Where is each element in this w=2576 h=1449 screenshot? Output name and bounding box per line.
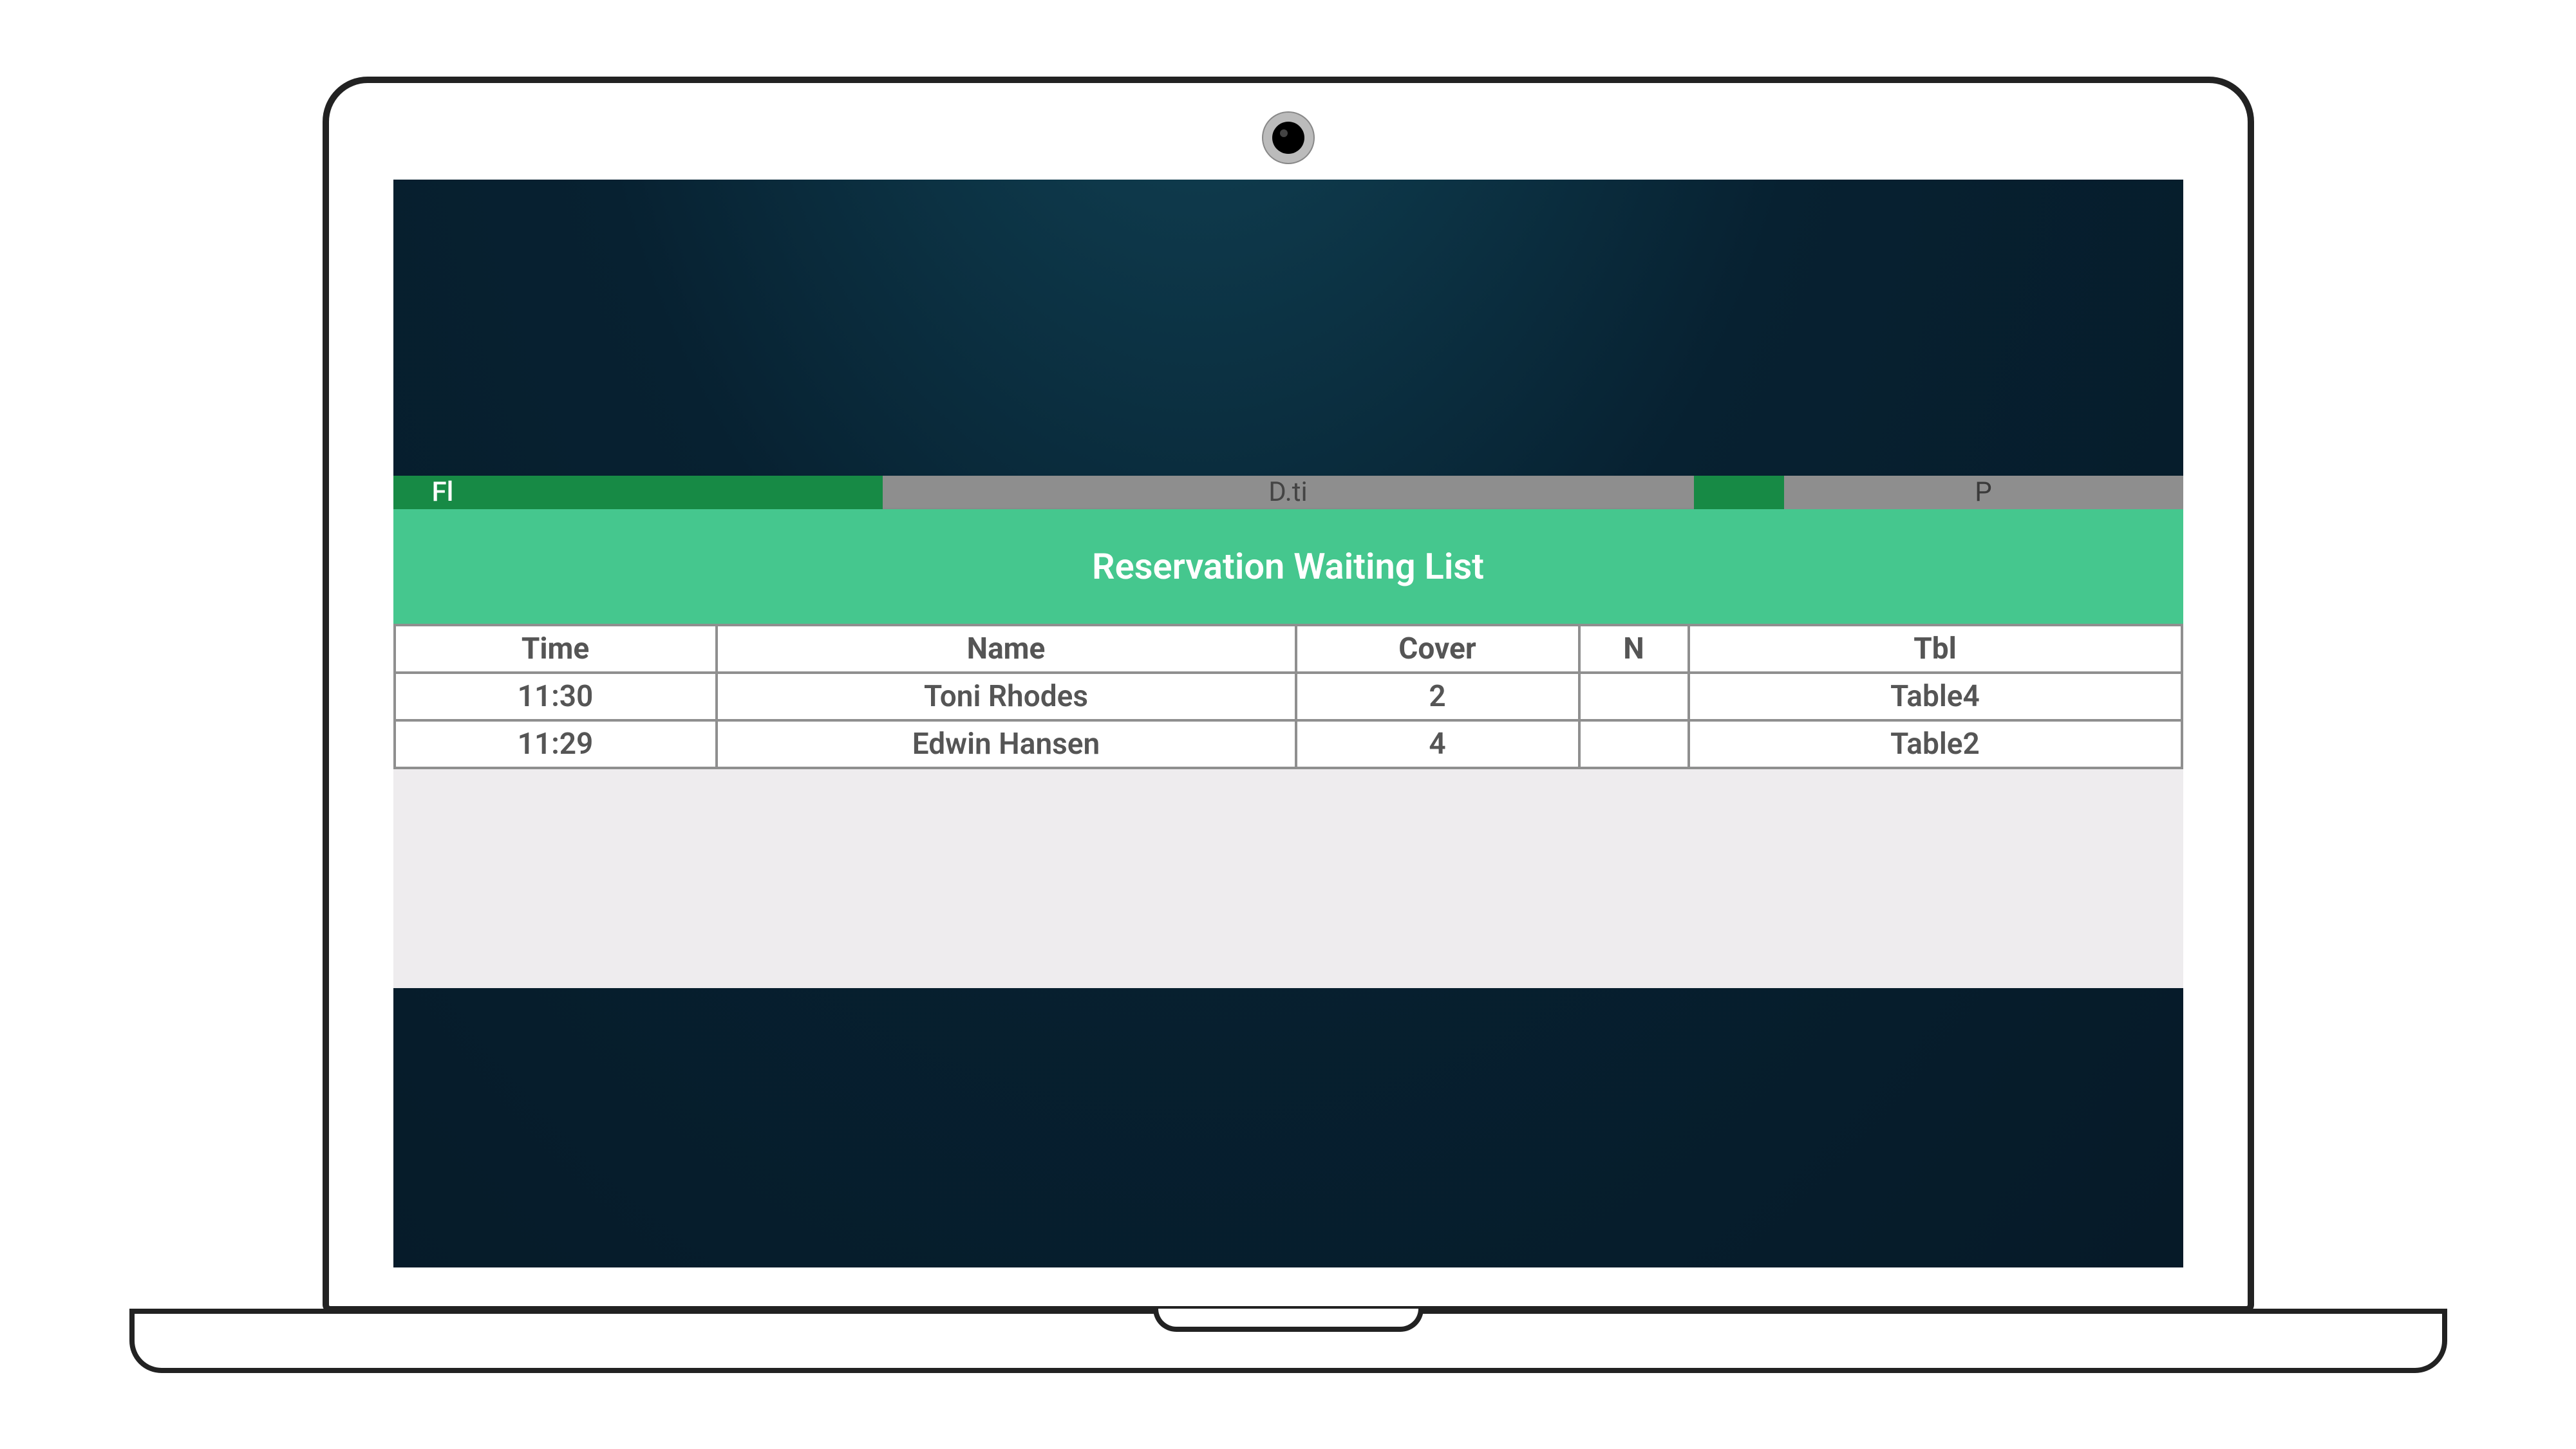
col-header-n[interactable]: N [1579, 625, 1689, 673]
col-header-tbl[interactable]: Tbl [1689, 625, 2182, 673]
table-header-row: Time Name Cover N Tbl [395, 625, 2182, 673]
cell-name: Edwin Hansen [717, 720, 1296, 768]
col-header-time[interactable]: Time [395, 625, 717, 673]
camera-icon [1272, 122, 1304, 154]
tab-bar: Fl D.ti P [393, 476, 2183, 509]
cell-tbl: Table4 [1689, 673, 2182, 720]
app-panel: Fl D.ti P Reservation Waiting List Time … [393, 476, 2183, 988]
laptop-frame: Fl D.ti P Reservation Waiting List Time … [323, 77, 2254, 1373]
cell-time: 11:29 [395, 720, 717, 768]
tab-floor[interactable]: Fl [393, 476, 883, 509]
cell-tbl: Table2 [1689, 720, 2182, 768]
cell-n [1579, 673, 1689, 720]
table-row[interactable]: 11:29 Edwin Hansen 4 Table2 [395, 720, 2182, 768]
table-row[interactable]: 11:30 Toni Rhodes 2 Table4 [395, 673, 2182, 720]
cell-n [1579, 720, 1689, 768]
reservation-table: Time Name Cover N Tbl 11:30 Toni Rhodes … [393, 624, 2183, 769]
tab-middle[interactable]: D.ti [883, 476, 1694, 508]
panel-empty-area [393, 769, 2183, 988]
cell-time: 11:30 [395, 673, 717, 720]
tab-right[interactable]: P [1784, 476, 2183, 509]
laptop-lid: Fl D.ti P Reservation Waiting List Time … [323, 77, 2254, 1313]
col-header-name[interactable]: Name [717, 625, 1296, 673]
laptop-base [129, 1309, 2447, 1373]
screen: Fl D.ti P Reservation Waiting List Time … [393, 180, 2183, 1267]
cell-name: Toni Rhodes [717, 673, 1296, 720]
panel-title: Reservation Waiting List [393, 509, 2183, 624]
cell-cover: 4 [1296, 720, 1579, 768]
cell-cover: 2 [1296, 673, 1579, 720]
tab-divider [1694, 476, 1784, 509]
table-body: 11:30 Toni Rhodes 2 Table4 11:29 Edwin H… [395, 673, 2182, 768]
col-header-cover[interactable]: Cover [1296, 625, 1579, 673]
laptop-notch [1153, 1309, 1424, 1332]
